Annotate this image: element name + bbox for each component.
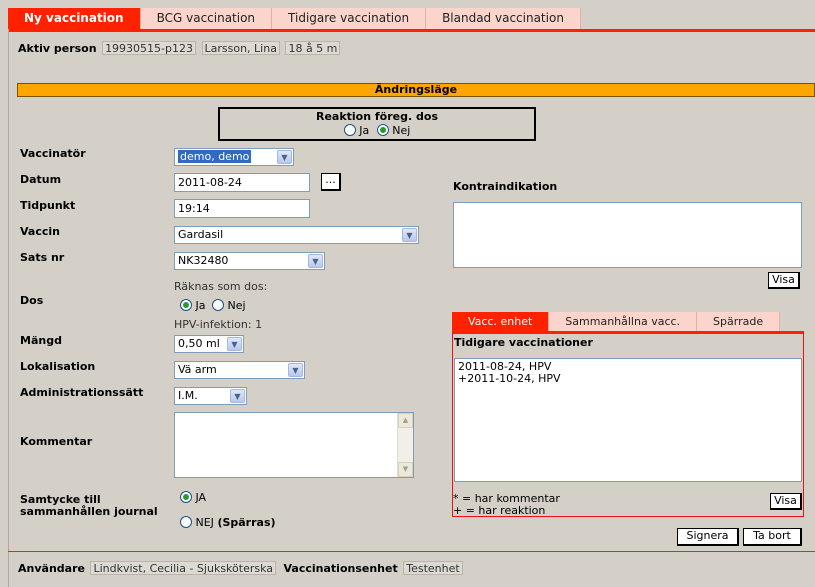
vaccinator-select[interactable]: demo, demo ▼ xyxy=(174,148,294,166)
chevron-down-icon: ▼ xyxy=(402,228,417,242)
tidpunkt-input[interactable]: 19:14 xyxy=(174,199,310,218)
footer-row: Användare Lindkvist, Cecilia - Sjuksköte… xyxy=(18,561,463,575)
scroll-down-icon[interactable]: ▼ xyxy=(398,462,413,477)
sats-select[interactable]: NK32480 ▼ xyxy=(174,252,325,270)
administration-label: Administrationssätt xyxy=(20,386,144,399)
reaktion-nej-radio[interactable] xyxy=(376,124,389,136)
person-name: Larsson, Lina xyxy=(201,41,280,55)
subtab-sparrade[interactable]: Spärrade xyxy=(697,312,781,332)
anvandare-label: Användare xyxy=(18,562,85,575)
tab-blandad-vaccination[interactable]: Blandad vaccination xyxy=(426,8,581,29)
kommentar-scrollbar[interactable]: ▲ ▼ xyxy=(397,413,413,477)
mangd-select[interactable]: 0,50 ml ▼ xyxy=(174,335,244,353)
datum-label: Datum xyxy=(20,173,62,186)
hpv-info: HPV-infektion: 1 xyxy=(174,318,263,331)
anvandare-value: Lindkvist, Cecilia - Sjuksköterska xyxy=(90,561,277,575)
datum-picker-button[interactable]: ... xyxy=(321,173,341,191)
mangd-label: Mängd xyxy=(20,334,62,347)
vaccin-select[interactable]: Gardasil ▼ xyxy=(174,226,419,244)
reaktion-ja-radio[interactable] xyxy=(343,124,356,136)
administration-value: I.M. xyxy=(178,389,198,402)
dos-ja-label: Ja xyxy=(195,299,206,312)
tab-tidigare-vaccination[interactable]: Tidigare vaccination xyxy=(272,8,427,29)
vaccin-label: Vaccin xyxy=(20,225,60,238)
chevron-down-icon: ▼ xyxy=(230,389,245,403)
reaktion-title: Reaktion föreg. dos xyxy=(315,110,438,123)
tidigare-list[interactable]: 2011-08-24, HPV +2011-10-24, HPV xyxy=(454,358,802,482)
person-id: 19930515-p123 xyxy=(102,41,196,55)
ta-bort-button[interactable]: Ta bort xyxy=(743,528,802,546)
enhet-label: Vaccinationsenhet xyxy=(283,562,398,575)
top-tab-bar: Ny vaccination BCG vaccination Tidigare … xyxy=(8,8,581,29)
dos-ja-radio[interactable] xyxy=(180,299,192,311)
tab-ny-vaccination[interactable]: Ny vaccination xyxy=(8,8,141,29)
reaktion-box: Reaktion föreg. dos Ja Nej xyxy=(218,107,536,141)
samtycke-ja-label: JA xyxy=(195,491,207,504)
datum-input[interactable]: 2011-08-24 xyxy=(174,173,310,192)
left-frame-border xyxy=(8,29,9,587)
samtycke-nej-suffix: (Spärras) xyxy=(217,516,276,529)
kontraindikation-label: Kontraindikation xyxy=(453,180,558,193)
samtycke-nej-label: NEJ xyxy=(195,516,214,529)
samtycke-ja-radio[interactable] xyxy=(180,491,192,503)
tidpunkt-label: Tidpunkt xyxy=(20,199,76,212)
lokalisation-label: Lokalisation xyxy=(20,360,96,373)
legend-reaction: + = har reaktion xyxy=(453,504,546,517)
signera-button[interactable]: Signera xyxy=(677,528,739,546)
tidigare-title: Tidigare vaccinationer xyxy=(454,336,593,349)
person-age: 18 å 5 m xyxy=(285,41,341,55)
mode-banner: Ändringsläge xyxy=(17,83,815,97)
dos-label: Dos xyxy=(20,294,44,307)
chevron-down-icon: ▼ xyxy=(288,363,303,377)
kommentar-textarea[interactable]: ▲ ▼ xyxy=(174,412,414,478)
sats-label: Sats nr xyxy=(20,251,65,264)
raknas-label: Räknas som dos: xyxy=(174,280,268,293)
vaccinator-label: Vaccinatör xyxy=(20,147,86,160)
samtycke-label-2: sammanhållen journal xyxy=(20,505,158,518)
subtab-vacc-enhet[interactable]: Vacc. enhet xyxy=(452,312,550,332)
chevron-down-icon: ▼ xyxy=(308,254,323,268)
samtycke-nej-row: NEJ (Spärras) xyxy=(180,516,276,529)
dos-nej-label: Nej xyxy=(227,299,246,312)
kontraindikation-textarea[interactable] xyxy=(453,202,802,268)
vaccinator-value: demo, demo xyxy=(178,150,252,163)
subtab-sammanhallna-vacc[interactable]: Sammanhållna vacc. xyxy=(549,312,698,332)
reaktion-nej-label: Nej xyxy=(392,124,411,137)
mangd-value: 0,50 ml xyxy=(178,337,220,350)
active-person-label: Aktiv person xyxy=(18,42,97,55)
sats-value: NK32480 xyxy=(178,254,229,267)
tab-underline xyxy=(8,29,815,32)
scroll-up-icon[interactable]: ▲ xyxy=(398,413,413,428)
lokalisation-value: Vä arm xyxy=(178,363,217,376)
kontraindikation-visa-button[interactable]: Visa xyxy=(768,272,800,289)
vaccin-value: Gardasil xyxy=(178,228,224,241)
chevron-down-icon: ▼ xyxy=(227,337,242,351)
kommentar-label: Kommentar xyxy=(20,435,93,448)
samtycke-ja-row: JA xyxy=(180,491,206,504)
dos-nej-radio[interactable] xyxy=(212,299,224,311)
enhet-value: Testenhet xyxy=(403,561,463,575)
footer-divider xyxy=(8,551,815,552)
lokalisation-select[interactable]: Vä arm ▼ xyxy=(174,361,305,379)
tab-bcg-vaccination[interactable]: BCG vaccination xyxy=(140,8,273,29)
tidigare-visa-button[interactable]: Visa xyxy=(770,493,802,510)
administration-select[interactable]: I.M. ▼ xyxy=(174,387,247,405)
vaccination-subtab-bar: Vacc. enhet Sammanhållna vacc. Spärrade xyxy=(452,312,781,332)
reaktion-ja-label: Ja xyxy=(359,124,370,137)
dos-radio-group: Ja Nej xyxy=(180,299,246,312)
list-item[interactable]: +2011-10-24, HPV xyxy=(458,373,798,385)
chevron-down-icon: ▼ xyxy=(277,150,292,164)
samtycke-nej-radio[interactable] xyxy=(180,516,192,528)
active-person-row: Aktiv person 19930515-p123 Larsson, Lina… xyxy=(18,41,341,55)
